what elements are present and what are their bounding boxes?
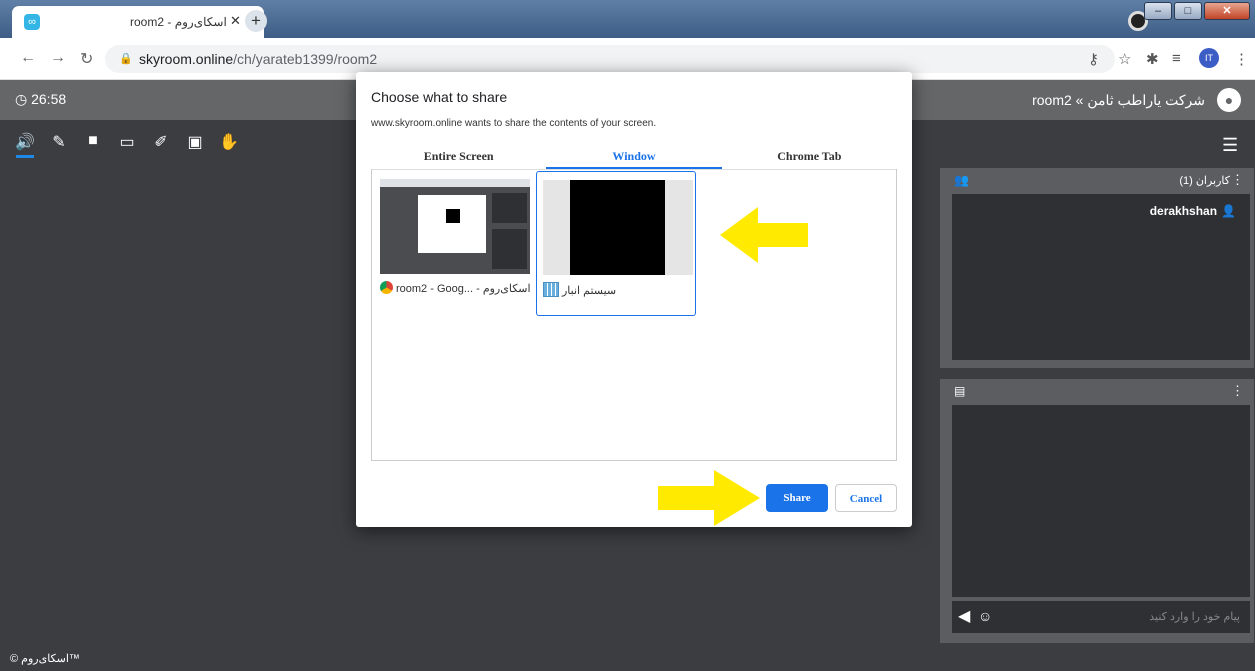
chrome-icon	[380, 281, 393, 294]
warehouse-app-icon	[543, 282, 559, 297]
warehouse-window-preview	[543, 180, 693, 275]
menu-kebab-icon[interactable]: ⋮	[1234, 50, 1249, 68]
minimize-button[interactable]: –	[1144, 2, 1172, 20]
users-panel-title: کاربران (1)	[1179, 175, 1230, 187]
speaker-icon[interactable]: 🔊	[14, 132, 36, 156]
clock-icon: ◷	[15, 91, 28, 107]
mic-muted-icon[interactable]: ✎	[48, 132, 70, 156]
browser-title-bar: ∞ room2 - اسکای‌روم ✕ + – □ ✕	[0, 0, 1255, 38]
chrome-window-preview	[380, 179, 530, 274]
tab-chrome-tab[interactable]: Chrome Tab	[722, 142, 897, 169]
url-path: /ch/yarateb1399/room2	[233, 51, 378, 67]
dialog-title: Choose what to share	[371, 89, 508, 105]
session-timer: ◷ 26:58	[15, 91, 66, 108]
user-name: derakhshan	[1149, 204, 1218, 218]
tab-title: room2 - اسکای‌روم	[130, 15, 227, 29]
speaker-active-indicator	[16, 155, 34, 158]
window-controls: – □ ✕	[1142, 2, 1250, 20]
dialog-subtitle: www.skyroom.online wants to share the co…	[371, 118, 657, 129]
window-label: room2 - Goog... - اسکای‌روم	[380, 281, 530, 295]
chat-messages	[952, 405, 1250, 597]
key-icon[interactable]: ⚷	[1088, 50, 1099, 68]
new-tab-button[interactable]: +	[245, 10, 267, 32]
copyright-text: ™اسکای‌روم ©	[10, 653, 80, 665]
reading-list-icon[interactable]: ≡	[1172, 50, 1181, 67]
window-close-button[interactable]: ✕	[1204, 2, 1250, 20]
list-item[interactable]: derakhshan 👤	[1150, 204, 1236, 218]
screen-share-icon[interactable]: ▭	[116, 132, 138, 156]
whiteboard-brush-icon[interactable]: ✐	[150, 132, 172, 156]
presentation-icon[interactable]: ▣	[184, 132, 206, 156]
tab-entire-screen[interactable]: Entire Screen	[371, 142, 546, 169]
users-group-icon: 👥	[954, 173, 969, 187]
back-icon[interactable]: ←	[20, 49, 36, 67]
share-button[interactable]: Share	[766, 484, 828, 512]
chat-message-input[interactable]: ◀ ☺ پیام خود را وارد کنید	[952, 601, 1250, 633]
reload-icon[interactable]: ↻	[80, 49, 93, 69]
annotation-arrow-left-icon	[720, 207, 808, 263]
annotation-arrow-right-icon	[658, 470, 760, 526]
url-input[interactable]: 🔒 skyroom.online/ch/yarateb1399/room2	[105, 45, 1115, 73]
lock-icon: 🔒	[119, 53, 133, 65]
window-list: room2 - Goog... - اسکای‌روم سیستم انبار	[371, 169, 897, 461]
star-icon[interactable]: ☆	[1118, 50, 1131, 68]
window-label: سیستم انبار	[543, 282, 693, 297]
users-panel-header: 👥 کاربران (1) ⋮	[940, 168, 1254, 194]
url-domain: skyroom.online	[139, 51, 234, 67]
camera-icon[interactable]: ■	[82, 132, 104, 156]
raise-hand-icon[interactable]: ✋	[218, 132, 240, 156]
cancel-button[interactable]: Cancel	[835, 484, 897, 512]
users-panel: 👥 کاربران (1) ⋮ derakhshan 👤	[940, 168, 1254, 368]
chat-icon: ▤	[954, 384, 966, 398]
window-label-text: سیستم انبار	[562, 285, 617, 297]
share-screen-dialog: Choose what to share www.skyroom.online …	[356, 72, 912, 527]
share-tabs: Entire Screen Window Chrome Tab	[371, 142, 897, 170]
profile-avatar[interactable]: IT	[1199, 48, 1219, 68]
users-list: derakhshan 👤	[952, 194, 1250, 360]
timer-value: 26:58	[31, 91, 67, 107]
chat-panel: ▤ ⋮ ◀ ☺ پیام خود را وارد کنید	[940, 379, 1254, 643]
chat-panel-menu-icon[interactable]: ⋮	[1231, 383, 1244, 399]
send-icon[interactable]: ◀	[958, 606, 970, 626]
chat-placeholder: پیام خود را وارد کنید	[1149, 611, 1240, 623]
window-thumbnail[interactable]: room2 - Goog... - اسکای‌روم	[374, 171, 534, 316]
hamburger-menu-icon[interactable]: ☰	[1222, 135, 1238, 156]
user-account-icon[interactable]: ●	[1217, 88, 1241, 112]
url-text: skyroom.online/ch/yarateb1399/room2	[139, 51, 377, 67]
maximize-button[interactable]: □	[1174, 2, 1202, 20]
extensions-puzzle-icon[interactable]: ✱	[1146, 50, 1159, 68]
window-label-text: room2 - Goog... - اسکای‌روم	[396, 283, 530, 295]
tab-window[interactable]: Window	[546, 142, 722, 169]
emoji-icon[interactable]: ☺	[978, 608, 992, 624]
forward-icon[interactable]: →	[50, 49, 66, 67]
room-title: شرکت یاراطب ثامن » room2	[1032, 92, 1205, 108]
person-icon: 👤	[1221, 204, 1236, 218]
close-tab-icon[interactable]: ✕	[230, 13, 241, 29]
users-panel-menu-icon[interactable]: ⋮	[1231, 172, 1244, 188]
chat-panel-header: ▤ ⋮	[940, 379, 1254, 405]
window-thumbnail-selected[interactable]: سیستم انبار	[536, 171, 696, 316]
browser-tab[interactable]: ∞ room2 - اسکای‌روم ✕	[12, 6, 264, 38]
skyroom-favicon-icon: ∞	[24, 14, 40, 30]
